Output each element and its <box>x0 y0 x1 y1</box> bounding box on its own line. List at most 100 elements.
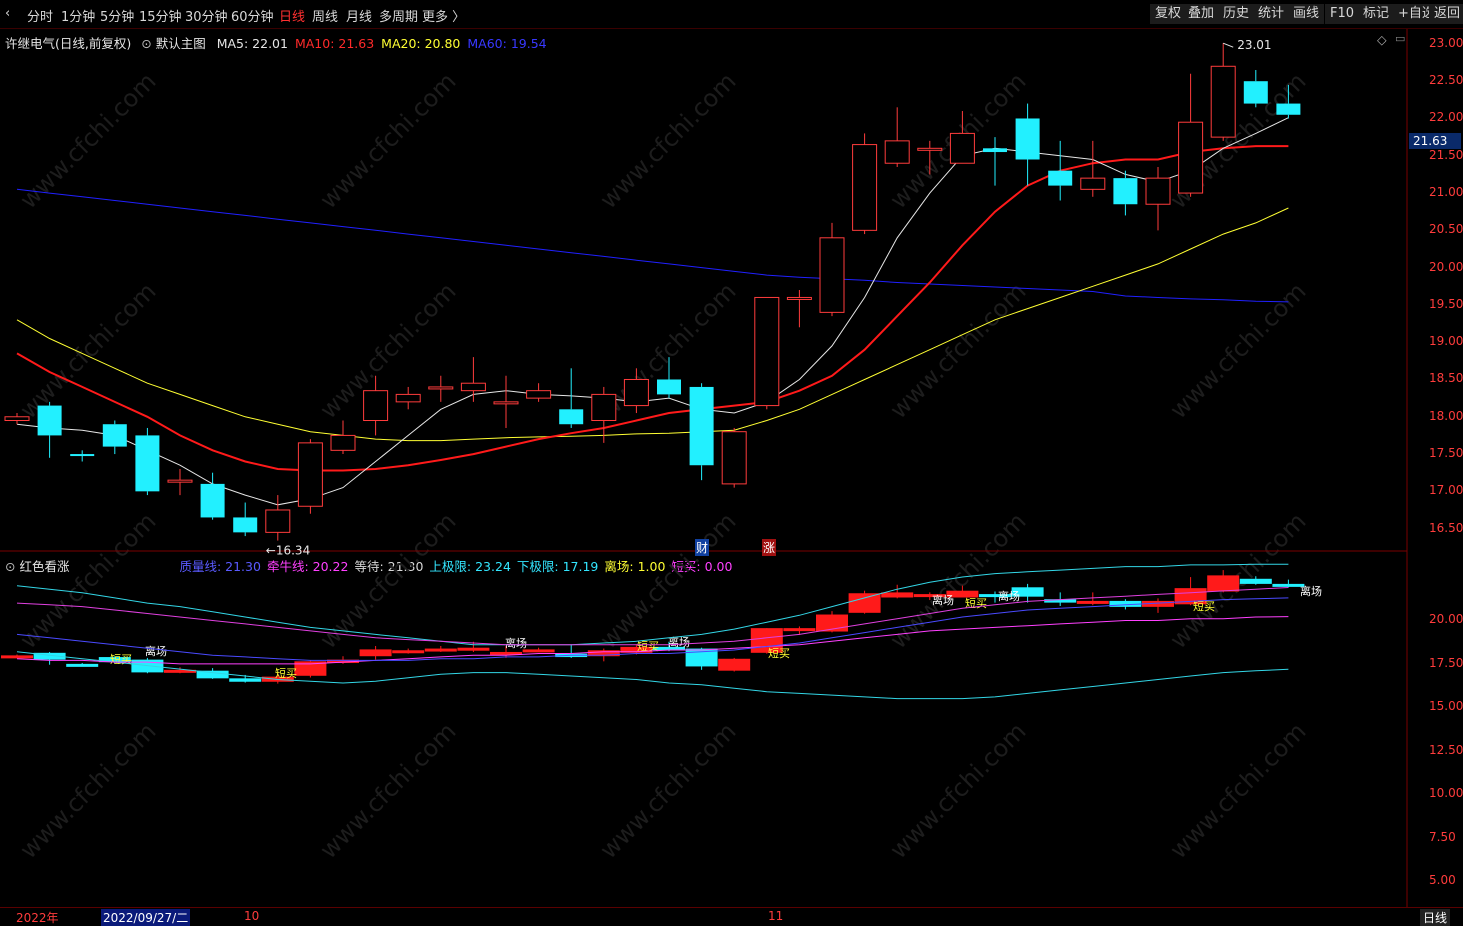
candle-body-up <box>167 479 193 483</box>
indicator-bar <box>424 648 457 652</box>
candle-body-down <box>1276 103 1301 115</box>
candle-body-down <box>37 405 62 436</box>
candle-body-down <box>1048 170 1073 186</box>
candle-body-down <box>689 386 714 466</box>
indicator-tick: 7.50 <box>1429 829 1456 844</box>
exit-signal-label: 离场 <box>932 593 954 607</box>
price-tick: 19.50 <box>1429 296 1463 311</box>
price-axis: 23.00 22.50 22.00 21.50 21.00 20.50 20.00 19.50… <box>1407 29 1463 907</box>
watermark-text: www.cfchi.com <box>314 717 461 864</box>
price-tick: 21.00 <box>1429 185 1463 200</box>
candle-body-up <box>884 140 910 164</box>
indicator-bar <box>1239 578 1272 584</box>
candle-body-up <box>526 390 552 399</box>
price-tick: 21.50 <box>1429 147 1463 162</box>
indicator-bar <box>522 649 555 653</box>
candle-body-up <box>1145 177 1171 205</box>
exit-signal-label: 离场 <box>1300 584 1322 598</box>
indicator-bar <box>1 655 33 659</box>
watermark-text: www.cfchi.com <box>594 277 741 424</box>
watermark-text: www.cfchi.com <box>14 717 161 864</box>
price-tick: 23.00 <box>1429 35 1463 50</box>
candle-body-up <box>754 296 780 407</box>
watermark-text: www.cfchi.com <box>14 507 161 654</box>
ma10-line <box>16 145 1289 472</box>
indicator-bar <box>392 650 425 654</box>
candle-body-up <box>265 509 291 533</box>
last-price-tag: 21.63 <box>1409 133 1461 149</box>
price-tick: 22.50 <box>1429 73 1463 88</box>
exit-signal-label: 离场 <box>998 589 1020 603</box>
candle-body-up <box>949 132 975 164</box>
price-tick: 20.50 <box>1429 222 1463 237</box>
watermark-text: www.cfchi.com <box>314 67 461 214</box>
candle-body-down <box>135 435 160 492</box>
indicator-bar <box>848 593 881 613</box>
candle-body-down <box>200 483 225 518</box>
candle-body-up <box>493 401 519 405</box>
indicator-bar <box>229 678 262 682</box>
cursor-date: 2022/09/27/二 <box>101 909 191 926</box>
kline-chart[interactable]: www.cfchi.com www.cfchi.com www.cfchi.com w… <box>0 0 1463 924</box>
candle-body-up <box>819 237 845 313</box>
candle-body-down <box>70 454 95 457</box>
indicator-bar <box>66 663 99 667</box>
high-pointer <box>1223 42 1234 48</box>
month-10-label: 10 <box>244 909 260 923</box>
financial-report-marker[interactable]: 财 <box>695 539 710 556</box>
watermark-text: www.cfchi.com <box>14 67 161 214</box>
candle-body-up <box>4 416 30 421</box>
price-tick: 19.00 <box>1429 334 1463 349</box>
candle-body-down <box>1113 178 1138 205</box>
candle-body-up <box>1178 121 1204 194</box>
watermark-text: www.cfchi.com <box>314 507 461 654</box>
period-indicator[interactable]: 日线 <box>1420 909 1451 926</box>
price-tick: 20.00 <box>1429 259 1463 274</box>
watermark-text: www.cfchi.com <box>594 67 741 214</box>
indicator-bar <box>718 658 751 671</box>
month-11-label: 11 <box>768 909 784 923</box>
indicator-bar <box>783 628 816 632</box>
price-tick: 22.00 <box>1429 110 1463 125</box>
indicator-bar <box>359 649 392 657</box>
candle-body-down <box>559 409 584 425</box>
candle-body-up <box>297 442 323 507</box>
watermark-text: www.cfchi.com <box>594 507 741 654</box>
candle-body-up <box>786 296 812 300</box>
indicator-bar <box>881 592 914 598</box>
watermark-text: www.cfchi.com <box>884 277 1031 424</box>
indicator-bar <box>457 647 490 651</box>
indicator-tick: 10.00 <box>1429 786 1463 801</box>
candle-body-down <box>983 148 1007 153</box>
candle-body-down <box>1243 81 1268 104</box>
price-tick: 17.00 <box>1429 483 1463 498</box>
year-label: 2022年 <box>16 911 59 925</box>
candle-body-up <box>623 378 649 407</box>
high-price-label: 23.01 <box>1237 38 1271 52</box>
price-tick: 17.50 <box>1429 446 1463 461</box>
indicator-tick: 15.00 <box>1429 699 1463 714</box>
price-tick: 18.50 <box>1429 371 1463 386</box>
candle-body-up <box>1210 65 1236 138</box>
indicator-tick: 20.00 <box>1429 612 1463 627</box>
price-tick: 16.50 <box>1429 520 1463 535</box>
low-price-label: ←16.34 <box>266 544 310 558</box>
candle-body-up <box>330 434 356 451</box>
candle-body-up <box>591 393 617 421</box>
candle-body-up <box>460 382 486 392</box>
watermark-text: www.cfchi.com <box>14 277 161 424</box>
limit-up-marker[interactable]: 涨 <box>762 539 777 556</box>
ma20-line <box>16 207 1289 442</box>
watermark-text: www.cfchi.com <box>1164 277 1311 424</box>
watermark-text: www.cfchi.com <box>884 717 1031 864</box>
exit-signal-label: 离场 <box>505 636 527 650</box>
candle-body-down <box>1015 118 1040 160</box>
candle-body-up <box>428 386 454 390</box>
price-tick: 18.00 <box>1429 408 1463 423</box>
watermark-text: www.cfchi.com <box>594 717 741 864</box>
date-axis: 2022年 2022/09/27/二 10 11 日线 <box>0 907 1463 926</box>
candle-body-down <box>233 517 258 533</box>
indicator-tick: 17.50 <box>1429 655 1463 670</box>
candle-body-up <box>852 144 878 231</box>
indicator-bar <box>1207 575 1240 592</box>
